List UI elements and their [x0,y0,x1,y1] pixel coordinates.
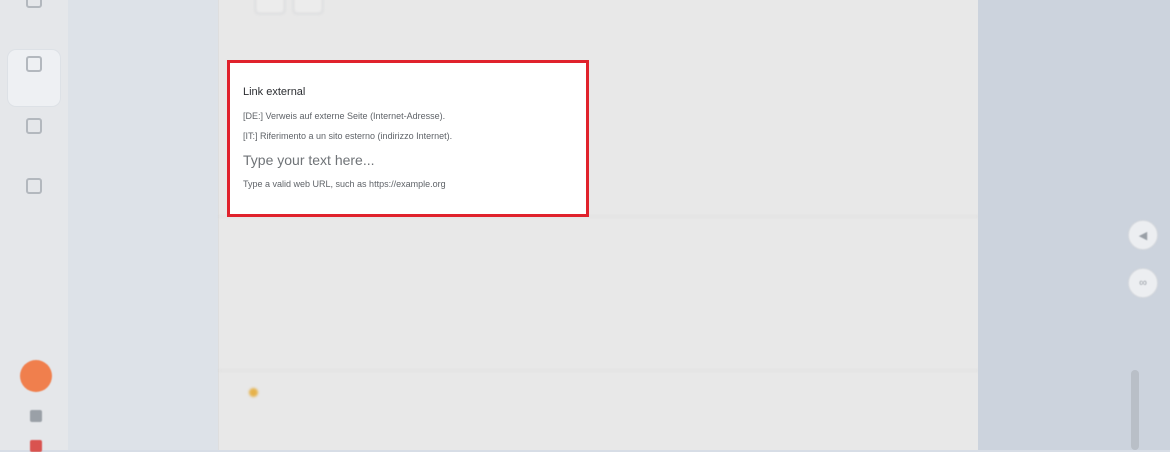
gallery-icon [26,56,42,72]
link-external-input[interactable] [243,151,563,169]
status-dot-icon [249,388,258,397]
rail-item-3[interactable] [8,112,60,168]
field-section-link-item [241,236,941,244]
grid-icon [26,178,42,194]
rail-item-2[interactable] [8,50,60,106]
settings-icon[interactable] [30,410,42,422]
option-pill[interactable] [255,0,285,14]
description-it: [IT:] Riferimento a un sito esterno (ind… [243,131,453,141]
left-navigation-rail [0,0,69,452]
document-icon [26,0,42,8]
field-section-status [241,388,941,411]
divider [219,370,979,371]
notification-icon[interactable] [30,440,42,452]
description-de: [DE:] Verweis auf externe Seite (Interne… [243,111,446,121]
link-external-field-card: Link external [DE:] Verweis auf externe … [227,60,589,217]
option-pills [255,0,323,14]
option-pill[interactable] [293,0,323,14]
rail-item-4[interactable] [8,172,60,228]
calendar-icon [26,118,42,134]
field-title: Link external [243,86,306,98]
collapse-icon[interactable]: ◀ [1128,220,1158,250]
scrollbar[interactable] [1131,370,1139,450]
url-hint: Type a valid web URL, such as https://ex… [243,179,446,189]
rail-item-1[interactable] [8,0,60,42]
create-button[interactable] [20,360,52,392]
background-gutter [68,0,218,450]
link-icon[interactable]: ∞ [1128,268,1158,298]
